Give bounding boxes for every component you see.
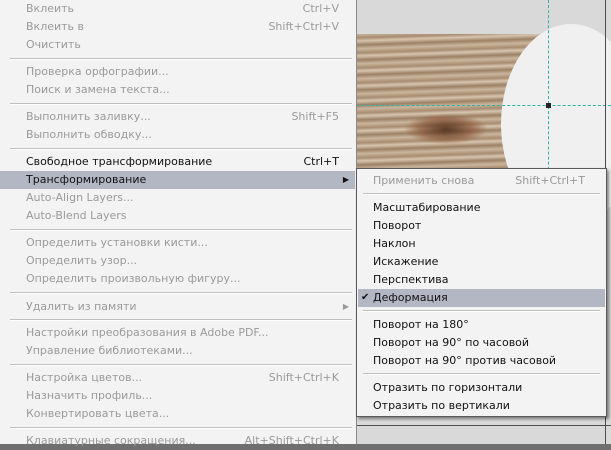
menu-item-label: Конвертировать цвета...: [26, 407, 170, 420]
menu-item-label: Настройка цветов...: [26, 371, 143, 384]
menu-item-label: Определить произвольную фигуру...: [26, 272, 241, 285]
menu-item-free-transform[interactable]: Свободное трансформирование Ctrl+T: [0, 153, 355, 171]
menu-item-label: Клавиатурные сокращения...: [26, 434, 196, 447]
menu-item-label: Определить установки кисти...: [26, 236, 208, 249]
menu-item-label: Очистить: [26, 38, 81, 51]
menu-item-find-replace[interactable]: Поиск и замена текста...: [0, 81, 355, 99]
submenu-item-distort[interactable]: Искажение: [358, 253, 605, 271]
menu-item-label: Масштабирование: [373, 201, 481, 214]
submenu-item-scale[interactable]: Масштабирование: [358, 199, 605, 217]
menu-item-label: Определить узор...: [26, 254, 138, 267]
menu-item-shortcut: Shift+Ctrl+K: [268, 371, 339, 384]
menu-item-label: Настройки преобразования в Adobe PDF...: [26, 326, 269, 339]
submenu-item-perspective[interactable]: Перспектива: [358, 271, 605, 289]
menu-item-keyboard-shortcuts[interactable]: Клавиатурные сокращения... Alt+Shift+Ctr…: [0, 432, 355, 450]
edit-menu: Вклеить Ctrl+V Вклеить в Shift+Ctrl+V Оч…: [0, 0, 357, 447]
menu-item-label: Удалить из памяти: [26, 300, 137, 313]
submenu-item-rotate[interactable]: Поворот: [358, 217, 605, 235]
menu-item-label: Отразить по горизонтали: [373, 381, 523, 394]
menu-item-paste-into[interactable]: Вклеить в Shift+Ctrl+V: [0, 18, 355, 36]
menu-item-label: Перспектива: [373, 273, 449, 286]
menu-item-define-pattern[interactable]: Определить узор...: [0, 252, 355, 270]
menu-item-label: Поиск и замена текста...: [26, 83, 170, 96]
menu-item-check-spelling[interactable]: Проверка орфографии...: [0, 63, 355, 81]
menu-item-pdf-presets[interactable]: Настройки преобразования в Adobe PDF...: [0, 324, 355, 342]
menu-item-label: Назначить профиль...: [26, 389, 153, 402]
submenu-item-flip-vertical[interactable]: Отразить по вертикали: [358, 397, 605, 415]
menu-item-label: Выполнить обводку...: [26, 128, 152, 141]
menu-separator: [363, 373, 600, 375]
menu-separator: [10, 319, 352, 321]
grid-line: [356, 425, 611, 426]
menu-item-label: Свободное трансформирование: [26, 155, 213, 168]
menu-item-shortcut: Shift+Ctrl+T: [515, 174, 585, 187]
submenu-item-rotate-180[interactable]: Поворот на 180°: [358, 316, 605, 334]
menu-item-label: Поворот на 90° против часовой: [373, 354, 557, 367]
menu-item-label: Наклон: [373, 237, 416, 250]
menu-item-label: Поворот на 180°: [373, 318, 469, 331]
transform-submenu: Применить снова Shift+Ctrl+T Масштабиров…: [356, 168, 607, 417]
transform-handle[interactable]: [546, 103, 551, 108]
menu-item-shortcut: Ctrl+T: [303, 155, 339, 168]
menu-item-label: Auto-Align Layers...: [26, 191, 134, 204]
menu-separator: [363, 310, 600, 312]
menu-separator: [10, 58, 352, 60]
menu-separator: [10, 103, 352, 105]
transform-guide-horizontal: [356, 105, 611, 106]
menu-item-purge[interactable]: Удалить из памяти ▶: [0, 298, 355, 316]
submenu-item-skew[interactable]: Наклон: [358, 235, 605, 253]
submenu-item-rotate-90-cw[interactable]: Поворот на 90° по часовой: [358, 334, 605, 352]
menu-item-shortcut: Shift+F5: [291, 110, 339, 123]
menu-item-label: Выполнить заливку...: [26, 110, 151, 123]
menu-item-stroke[interactable]: Выполнить обводку...: [0, 126, 355, 144]
menu-separator: [10, 364, 352, 366]
menu-separator: [10, 427, 352, 429]
menu-item-define-custom-shape[interactable]: Определить произвольную фигуру...: [0, 270, 355, 288]
submenu-item-rotate-90-ccw[interactable]: Поворот на 90° против часовой: [358, 352, 605, 370]
submenu-item-warp[interactable]: ✔ Деформация: [358, 289, 605, 307]
menu-item-label: Вклеить в: [26, 20, 85, 33]
menu-item-convert-profile[interactable]: Конвертировать цвета...: [0, 405, 355, 423]
menu-separator: [10, 229, 352, 231]
menu-item-label: Управление библиотеками...: [26, 344, 193, 357]
document-image: [356, 24, 611, 224]
menu-item-preset-manager[interactable]: Управление библиотеками...: [0, 342, 355, 360]
menu-item-label: Отразить по вертикали: [373, 399, 510, 412]
checkmark-icon: ✔: [361, 292, 370, 303]
menu-item-label: Поворот на 90° по часовой: [373, 336, 530, 349]
menu-separator: [363, 193, 600, 195]
menu-item-label: Искажение: [373, 255, 439, 268]
menu-item-shortcut: Alt+Shift+Ctrl+K: [244, 434, 339, 447]
menu-item-shortcut: Ctrl+V: [302, 2, 339, 15]
menu-item-label: Деформация: [373, 291, 448, 304]
menu-item-label: Поворот: [373, 219, 422, 232]
menu-item-label: Вклеить: [26, 2, 75, 15]
menu-item-auto-blend-layers[interactable]: Auto-Blend Layers: [0, 207, 355, 225]
menu-item-clear[interactable]: Очистить: [0, 36, 355, 54]
menu-item-paste[interactable]: Вклеить Ctrl+V: [0, 0, 355, 18]
submenu-item-again[interactable]: Применить снова Shift+Ctrl+T: [358, 172, 605, 190]
menu-item-label: Проверка орфографии...: [26, 65, 169, 78]
menu-item-fill[interactable]: Выполнить заливку... Shift+F5: [0, 108, 355, 126]
submenu-arrow-icon: ▶: [342, 175, 349, 184]
menu-item-define-brush[interactable]: Определить установки кисти...: [0, 234, 355, 252]
menu-item-auto-align-layers[interactable]: Auto-Align Layers...: [0, 189, 355, 207]
menu-separator: [10, 148, 352, 150]
menu-item-label: Трансформирование: [26, 173, 147, 186]
menu-item-label: Применить снова: [373, 174, 475, 187]
submenu-arrow-icon: ▶: [342, 302, 349, 311]
menu-item-color-settings[interactable]: Настройка цветов... Shift+Ctrl+K: [0, 369, 355, 387]
submenu-item-flip-horizontal[interactable]: Отразить по горизонтали: [358, 379, 605, 397]
menu-item-transform[interactable]: Трансформирование ▶: [0, 171, 355, 189]
menu-item-shortcut: Shift+Ctrl+V: [268, 20, 339, 33]
menu-item-label: Auto-Blend Layers: [26, 209, 127, 222]
menu-item-assign-profile[interactable]: Назначить профиль...: [0, 387, 355, 405]
menu-separator: [10, 292, 352, 294]
